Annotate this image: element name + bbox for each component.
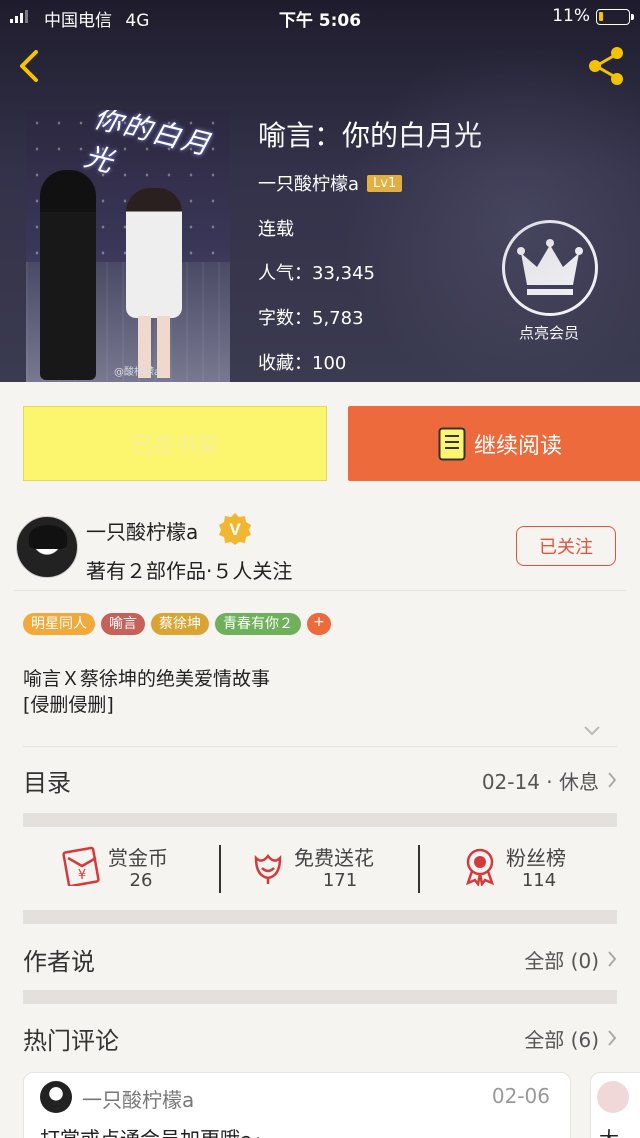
follow-label: 已关注 (539, 537, 593, 558)
follow-button[interactable]: 已关注 (516, 526, 616, 566)
comment-card[interactable]: 大 (590, 1072, 640, 1138)
toc-latest-text: 02-14 · 休息 (481, 769, 599, 794)
toc-heading: 目录 (23, 768, 71, 797)
word-count-label: 字数： (258, 308, 312, 329)
serial-status: 连载 (258, 219, 294, 240)
description-line: 喻言Ｘ蔡徐坤的绝美爱情故事 (23, 668, 271, 690)
comment-date: 02-06 (491, 1084, 550, 1108)
word-count: 字数：5,783 (258, 304, 364, 330)
divider (14, 590, 626, 591)
clock: 下午 5:06 (278, 11, 362, 31)
favorites-label: 收藏： (258, 353, 312, 374)
verified-v-icon: V (219, 513, 251, 545)
vip-button[interactable]: 点亮会员 (502, 220, 598, 343)
flower-icon (254, 853, 282, 884)
status-bar: 中国电信 4G 下午 5:06 11% (0, 0, 640, 34)
book-header: 中国电信 4G 下午 5:06 11% 你的白月光 @酸柠檬a 喻言：你的白月光… (0, 0, 640, 382)
favorites-value: 100 (312, 353, 347, 374)
tag-item[interactable]: 蔡徐坤 (151, 613, 209, 635)
fan-ranking-label: 粉丝榜 (506, 846, 566, 870)
on-shelf-label: 已在书架 (130, 433, 219, 459)
book-cover[interactable]: 你的白月光 @酸柠檬a (26, 110, 230, 382)
cover-figure-male (40, 170, 96, 380)
popularity-value: 33,345 (312, 263, 375, 284)
author-name[interactable]: 一只酸柠檬a (86, 516, 198, 545)
description-line: [侵删侵删] (23, 694, 114, 716)
add-tag-button[interactable]: + (307, 613, 331, 635)
section-band (23, 910, 617, 924)
popularity-label: 人气： (258, 263, 312, 284)
medal-icon (465, 848, 495, 886)
comment-text: 打赏或点通会员加更哦～ (40, 1123, 260, 1138)
author-says-link[interactable]: 全部 (0) (524, 945, 617, 974)
popularity: 人气：33,345 (258, 259, 375, 285)
chevron-down-icon[interactable] (582, 724, 602, 738)
hot-comments-row[interactable]: 热门评论 全部 (6) (23, 1016, 617, 1060)
svg-text:¥: ¥ (78, 868, 86, 883)
share-icon (589, 47, 623, 85)
word-count-value: 5,783 (312, 308, 364, 329)
author-says-heading: 作者说 (23, 947, 95, 976)
cover-watermark: @酸柠檬a (114, 367, 161, 378)
on-shelf-button[interactable]: 已在书架 (23, 406, 327, 481)
continue-reading-button[interactable]: 继续阅读 (348, 406, 640, 481)
crown-icon (502, 220, 598, 316)
battery-percent: 11% (552, 6, 590, 26)
chevron-left-icon (20, 50, 38, 82)
book-title: 喻言：你的白月光 (258, 119, 483, 152)
book-description: 喻言Ｘ蔡徐坤的绝美爱情故事 [侵删侵删] (23, 666, 270, 718)
fan-ranking-value: 114 (521, 870, 557, 891)
fan-ranking-stat[interactable]: 粉丝榜 114 (460, 836, 590, 900)
chevron-right-icon (608, 772, 617, 788)
reward-coins-value: 26 (129, 870, 153, 891)
hot-comments-link-text: 全部 (6) (524, 1027, 599, 1052)
tag-item[interactable]: 喻言 (101, 613, 145, 635)
cover-figure-female (126, 188, 182, 318)
stat-separator (418, 845, 420, 893)
tag-item[interactable]: 青春有你２ (215, 613, 301, 635)
reward-coins-label: 赏金币 (108, 846, 168, 870)
author-stats: 著有２部作品·５人关注 (86, 559, 293, 583)
book-author[interactable]: 一只酸柠檬a Lv1 (258, 170, 403, 196)
chevron-right-icon (608, 1030, 617, 1046)
section-band (23, 813, 617, 827)
comment-user[interactable]: 一只酸柠檬a (82, 1084, 194, 1113)
comment-avatar[interactable] (597, 1081, 629, 1113)
free-flowers-value: 171 (322, 870, 358, 891)
back-button[interactable] (12, 44, 48, 88)
level-badge: Lv1 (367, 174, 403, 192)
reward-coins-stat[interactable]: ¥ 赏金币 26 (62, 836, 202, 900)
divider (23, 746, 617, 747)
favorites: 收藏：100 (258, 349, 346, 375)
book-author-name[interactable]: 一只酸柠檬a (258, 170, 359, 196)
comment-avatar[interactable] (40, 1081, 72, 1113)
free-flowers-label: 免费送花 (294, 846, 374, 870)
table-of-contents-row[interactable]: 目录 02-14 · 休息 (23, 758, 617, 802)
section-band (23, 990, 617, 1004)
tag-item[interactable]: 明星同人 (23, 613, 95, 635)
hot-comments-heading: 热门评论 (23, 1026, 119, 1055)
chevron-right-icon (608, 951, 617, 967)
share-button[interactable] (584, 44, 628, 88)
author-says-link-text: 全部 (0) (524, 948, 599, 973)
book-icon (438, 427, 466, 460)
svg-text:V: V (229, 520, 241, 539)
red-envelope-icon: ¥ (62, 846, 100, 886)
tag-list: 明星同人 喻言 蔡徐坤 青春有你２ + (23, 613, 331, 635)
comment-text: 大 (599, 1123, 619, 1138)
hot-comments-link[interactable]: 全部 (6) (524, 1024, 617, 1053)
continue-reading-label: 继续阅读 (473, 433, 562, 459)
vip-label: 点亮会员 (518, 324, 579, 342)
author-avatar[interactable] (16, 516, 78, 578)
stat-separator (219, 845, 221, 893)
battery-icon (596, 9, 634, 25)
author-says-row[interactable]: 作者说 全部 (0) (23, 937, 617, 981)
comment-card[interactable]: 一只酸柠檬a 02-06 打赏或点通会员加更哦～ (23, 1072, 571, 1138)
free-flowers-stat[interactable]: 免费送花 171 (248, 836, 408, 900)
toc-latest: 02-14 · 休息 (482, 766, 617, 795)
